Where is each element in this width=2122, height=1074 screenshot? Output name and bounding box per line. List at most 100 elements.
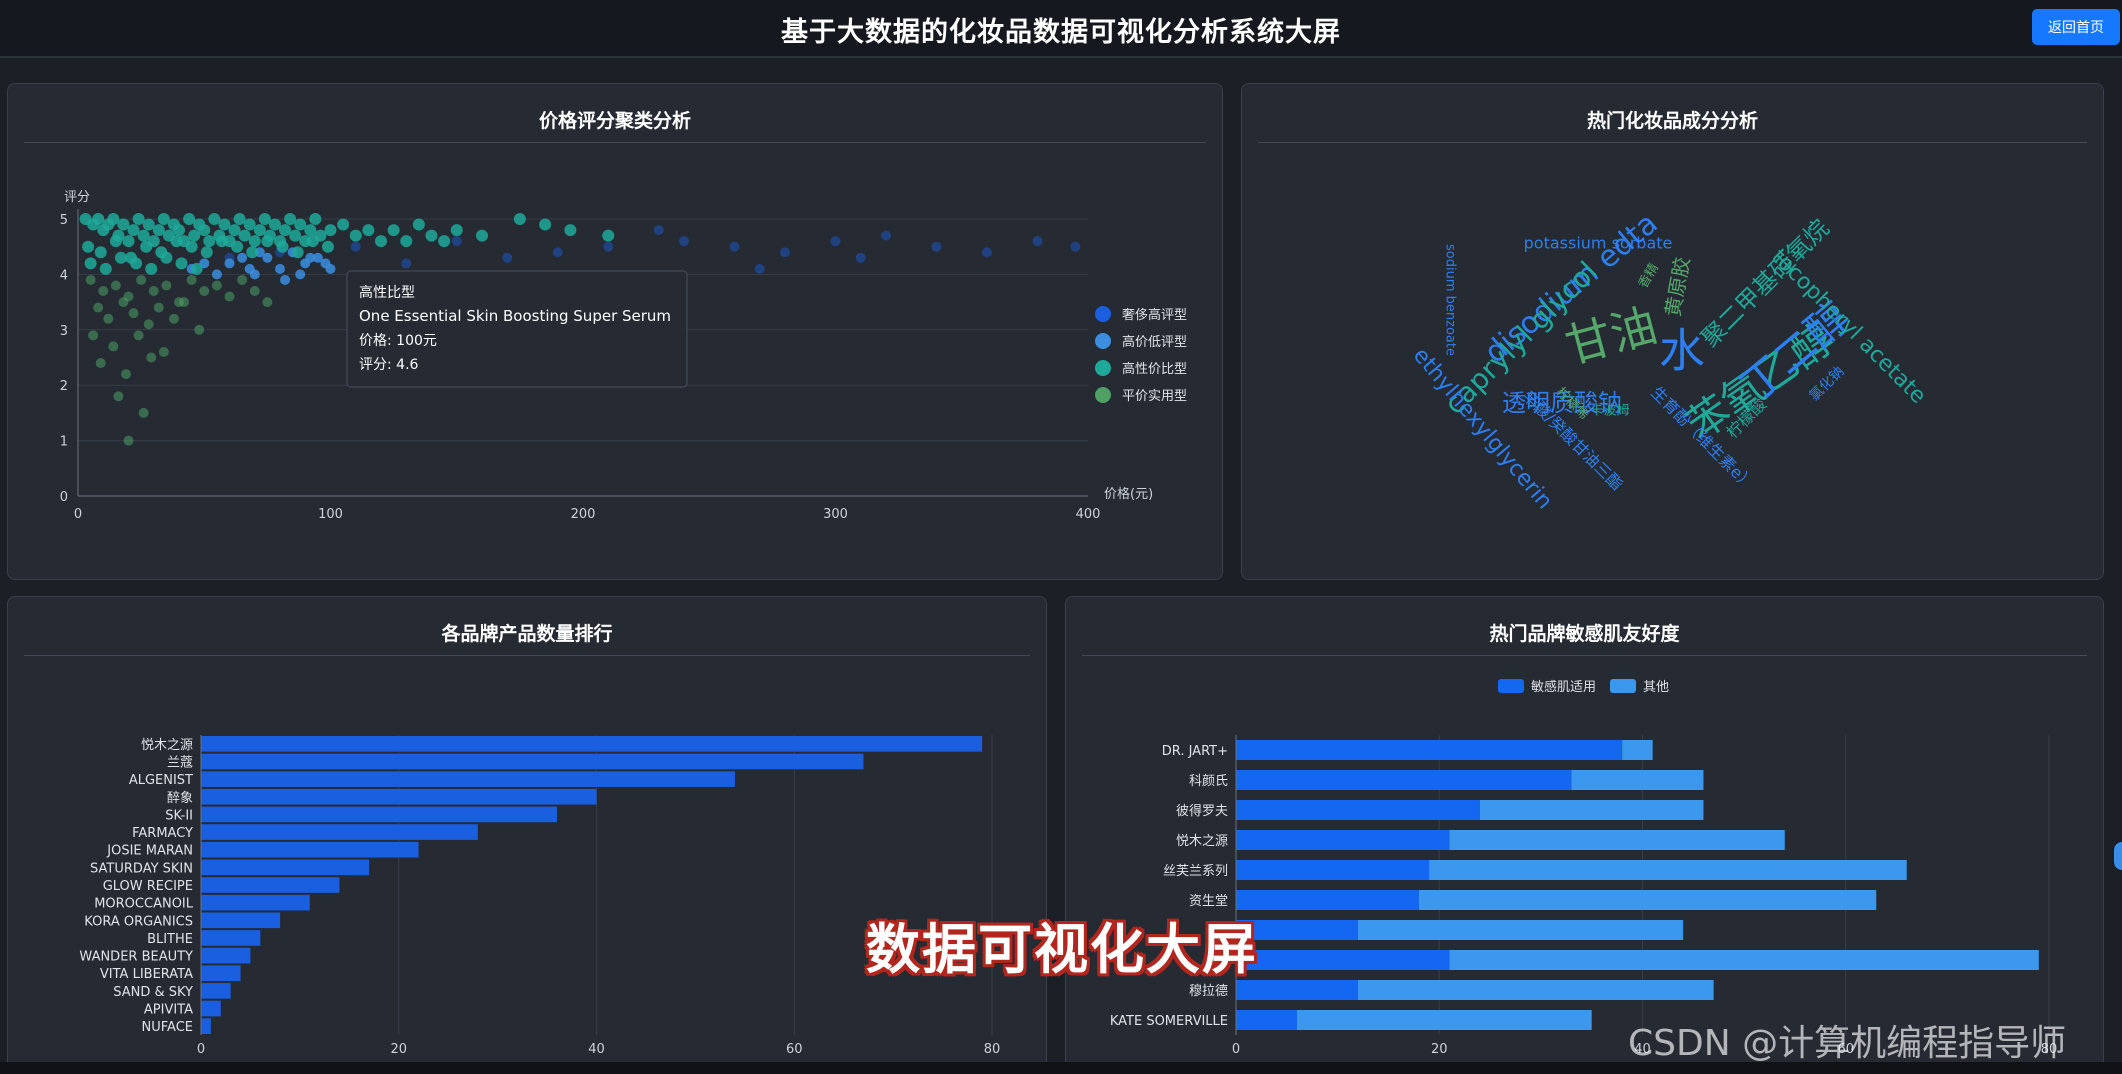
scatter-point [142,218,155,231]
scatter-point [228,224,241,237]
bar [201,806,557,823]
y-tick-label: 0 [60,490,68,505]
scatter-point [215,235,228,248]
scatter-point [188,229,201,242]
scatter-point [137,229,150,242]
scroll-handle[interactable] [2114,842,2122,870]
scatter-point [438,235,451,248]
scatter-point [321,240,334,253]
scatter-point [140,240,153,253]
legend-label: 奢侈高评型 [1122,307,1187,323]
scatter-point [276,240,289,253]
scatter-point [931,241,942,252]
x-tick-label: 0 [1232,1042,1240,1057]
scatter-point [173,224,185,237]
bar-other [1449,830,1785,850]
scatter-point [653,225,664,236]
scatter-point [246,246,259,259]
scatter-point [450,224,463,237]
brand-label: VITA LIBERATA [100,967,193,982]
scatter-point [133,330,144,341]
scatter-point [120,369,131,380]
bar-sensitive [1236,890,1419,910]
word-cloud[interactable]: 水甘油 苯氧乙醇丁二醇disodium edtacaprylyl glycol透明… [1242,84,2104,580]
scatter-point [132,213,145,225]
scatter-point [109,235,122,248]
scatter-point [107,213,120,225]
bar-sensitive [1236,860,1430,880]
scatter-point [148,286,159,297]
scatter-point [224,291,235,302]
legend-marker [1095,360,1111,376]
scatter-point [123,435,134,446]
scatter-point [146,352,157,363]
scatter-point [203,235,216,248]
brand-label: KORA ORGANICS [84,914,193,929]
y-tick-label: 4 [60,268,68,283]
scatter-point [85,274,96,285]
legend-label: 高价低评型 [1122,334,1187,350]
brand-label: 丝芙兰系列 [1163,864,1228,879]
scatter-point [168,313,179,324]
legend-label: 平价实用型 [1122,389,1187,404]
word-cloud-term: potassium sorbate [1524,234,1673,253]
scatter-point [881,230,891,241]
word-cloud-term: sodium benzoate [1443,244,1458,356]
bar-other [1296,1010,1592,1030]
scatter-point [375,235,387,248]
bar-other [1429,860,1907,880]
scatter-point [94,246,107,259]
scatter-point [160,251,173,264]
home-button[interactable]: 返回首页 [2032,9,2120,45]
brand-label: FARMACY [132,826,193,841]
scatter-point [253,224,266,237]
bar-other [1622,740,1653,760]
scatter-point [780,247,790,258]
legend-marker [1095,387,1111,403]
bar [201,965,241,982]
scatter-point [98,286,109,297]
x-tick-label: 200 [571,507,596,522]
scatter-point [306,235,319,248]
scatter-point [110,280,121,291]
scatter-point [238,229,251,242]
brand-label: SK-II [165,808,193,823]
scatter-point [218,218,231,231]
brand-label: 彼得罗夫 [1176,803,1228,819]
scatter-point [602,229,615,242]
bar [201,771,735,787]
word-cloud-term: 甘油 [1560,298,1663,374]
scatter-point [400,235,413,248]
scatter-point [291,246,304,259]
x-axis-label: 价格(元) [1104,486,1153,502]
scatter-point [158,346,169,357]
brand-label: GLOW RECIPE [103,879,193,894]
bottom-strip [0,1062,2122,1074]
scatter-point [200,246,213,259]
scatter-point [324,224,337,237]
scatter-point [564,224,577,237]
scatter-point [237,274,248,285]
tooltip-cluster: 高性比型 [359,284,415,301]
x-tick-label: 0 [74,507,82,522]
y-tick-label: 1 [60,435,68,450]
bar [201,894,310,911]
scatter-point [262,297,273,308]
sensitive-chart[interactable]: 0 20 40 60 80敏感肌适用 其他DR. JART+科颜氏彼得罗夫悦木之源丝芙兰系… [1066,597,2104,1074]
x-tick-label: 80 [984,1042,1001,1057]
brand-label: APIVITA [144,1003,193,1018]
scatter-point [231,240,244,253]
scatter-point [95,358,106,369]
brand-count-chart[interactable]: 0 20 40 60 80 悦木之源兰蔻 ALGENIST 醉象 SK-II FARMACY JOS… [8,597,1047,1074]
brand-label: 科颜氏 [1189,773,1228,789]
brand-label: JOSIE MARAN [106,844,193,859]
brand-label: MOROCCANOIL [94,897,194,912]
legend-label: 敏感肌适用 [1531,679,1596,695]
x-tick-label: 100 [318,507,343,522]
scatter-point [170,235,183,248]
scatter-chart[interactable]: 0 1 2 3 4 5 0 100 200 300 400 评分价格(元) 奢侈高评型高价低评型高性价比… [8,84,1223,580]
word-cloud-term: 卡波姆 [1590,404,1629,419]
bar [201,912,281,929]
brand-label: WANDER BEAUTY [79,950,193,965]
scatter-point [136,274,147,285]
